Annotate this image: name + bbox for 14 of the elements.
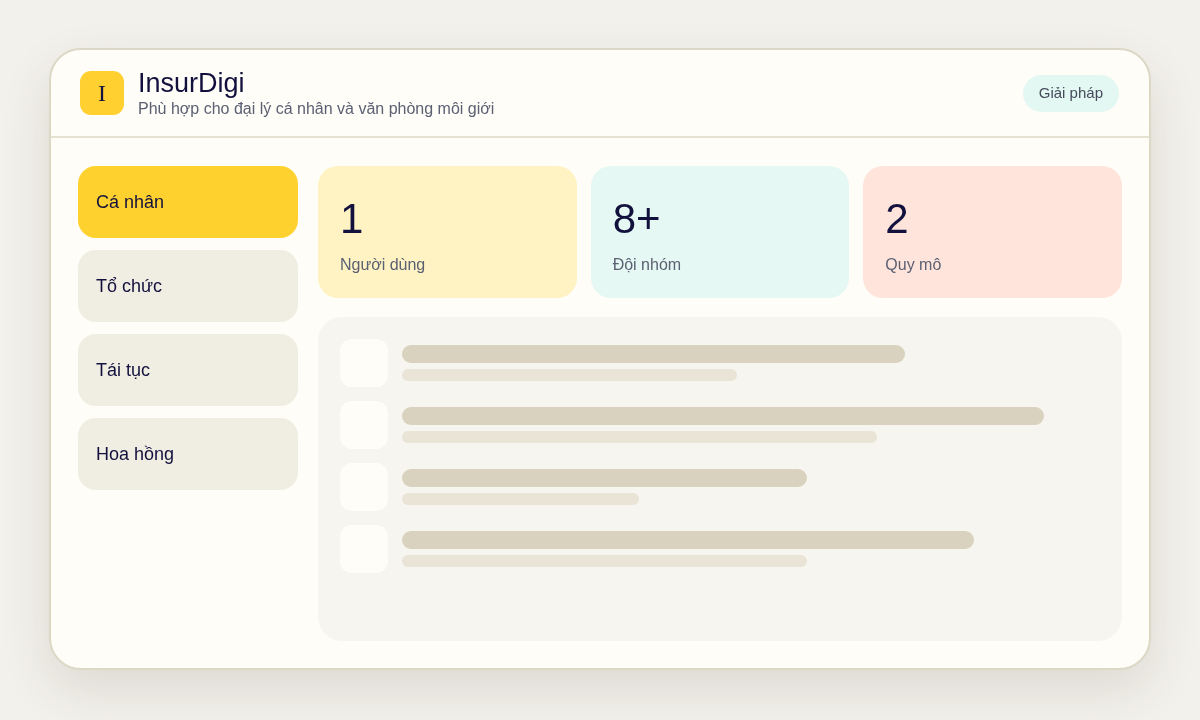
sidebar-tab[interactable]: Hoa hồng [78, 418, 298, 490]
stat-label: Người dùng [340, 255, 426, 275]
stat-value: 2 [885, 196, 909, 242]
sidebar-tab[interactable]: Tái tục [78, 334, 298, 406]
solutions-button[interactable]: Giải pháp [1022, 74, 1119, 112]
stat-value: 8+ [612, 196, 661, 242]
sidebar-tab[interactable]: Cá nhân [78, 166, 298, 238]
app-title: InsurDigi [138, 67, 245, 99]
stat-value: 1 [340, 196, 364, 242]
app-logo: I [80, 71, 124, 115]
stat-label: Đội nhóm [612, 255, 682, 275]
stat-label: Quy mô [885, 255, 942, 275]
app-tagline: Phù hợp cho đại lý cá nhân và văn phòng môi giới [138, 99, 495, 119]
sidebar-tab[interactable]: Tổ chức [78, 250, 298, 322]
